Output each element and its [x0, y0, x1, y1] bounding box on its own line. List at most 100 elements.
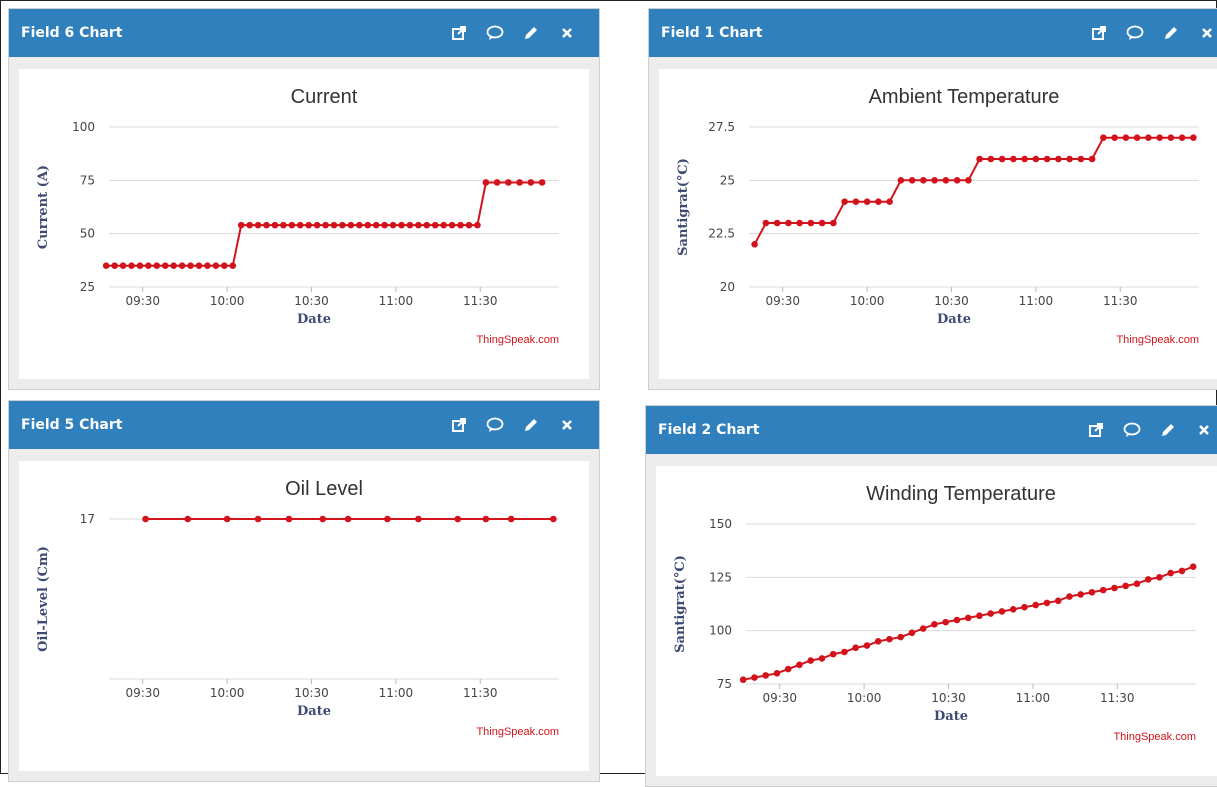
- data-point: [1167, 569, 1174, 577]
- comment-button[interactable]: [1114, 418, 1150, 442]
- data-point: [423, 221, 431, 229]
- data-point: [398, 221, 405, 229]
- comment-button[interactable]: [477, 21, 513, 45]
- data-point: [161, 262, 169, 269]
- chart-plot-area: Winding Temperature 75 100 125 150 09:30 10:00…: [656, 466, 1217, 776]
- data-point: [1099, 586, 1107, 594]
- comment-button[interactable]: [477, 413, 513, 437]
- data-point: [931, 177, 938, 184]
- comment-button[interactable]: [1117, 21, 1153, 45]
- data-point: [739, 676, 747, 684]
- edit-button[interactable]: [513, 413, 549, 437]
- data-point: [1167, 134, 1175, 141]
- edit-button[interactable]: [1150, 418, 1186, 442]
- comment-icon: [486, 25, 504, 41]
- y-tick-label: 125: [709, 570, 732, 584]
- data-point: [384, 515, 391, 523]
- pencil-icon: [523, 417, 539, 433]
- data-point: [406, 221, 414, 229]
- data-point: [178, 262, 186, 269]
- data-point: [285, 515, 293, 523]
- data-point: [773, 219, 781, 227]
- data-point: [305, 221, 312, 229]
- open-external-button[interactable]: [1078, 418, 1114, 442]
- close-button[interactable]: [1186, 418, 1217, 442]
- thingspeak-credit: ThingSpeak.com: [476, 334, 559, 346]
- data-point: [229, 262, 237, 269]
- data-point: [280, 221, 287, 229]
- data-point: [953, 177, 961, 184]
- data-point: [145, 262, 152, 269]
- chart-title: Ambient Temperature: [869, 86, 1060, 108]
- data-point: [942, 618, 949, 626]
- data-point: [1122, 582, 1129, 590]
- data-point: [142, 515, 149, 523]
- data-point: [204, 262, 211, 269]
- y-tick-label: 25: [720, 173, 735, 187]
- data-point: [1077, 155, 1085, 163]
- x-tick-label: 10:30: [294, 294, 329, 308]
- open-external-button[interactable]: [441, 21, 477, 45]
- close-icon: [1198, 424, 1210, 436]
- data-point: [271, 221, 279, 229]
- close-button[interactable]: [549, 413, 585, 437]
- data-point: [841, 648, 848, 656]
- edit-button[interactable]: [513, 21, 549, 45]
- data-point: [863, 642, 871, 649]
- data-point: [875, 198, 882, 205]
- y-tick-label: 27.5: [708, 120, 735, 134]
- open-external-button[interactable]: [1081, 21, 1117, 45]
- data-point: [762, 219, 770, 227]
- data-point: [1111, 584, 1118, 592]
- x-axis-label: Date: [297, 704, 331, 719]
- data-point: [886, 635, 893, 643]
- data-point: [482, 515, 490, 523]
- y-axis-label: Current (A): [36, 165, 51, 249]
- data-point: [841, 198, 848, 205]
- x-tick-label: 09:30: [762, 691, 797, 705]
- open-external-button[interactable]: [441, 413, 477, 437]
- close-button[interactable]: [549, 21, 585, 45]
- widget-toolbar: [1081, 21, 1217, 45]
- data-point: [773, 670, 781, 677]
- data-point: [818, 655, 826, 662]
- data-point: [829, 650, 837, 658]
- comment-icon: [1126, 25, 1144, 41]
- data-point: [1178, 134, 1186, 141]
- data-point: [931, 620, 938, 628]
- widget-title: Field 2 Chart: [658, 422, 760, 438]
- data-point: [313, 221, 321, 229]
- data-point: [381, 221, 388, 229]
- edit-button[interactable]: [1153, 21, 1189, 45]
- data-point: [372, 221, 380, 229]
- data-point: [818, 219, 826, 227]
- data-point: [296, 221, 304, 229]
- data-point: [1122, 134, 1130, 141]
- data-point: [987, 610, 994, 617]
- data-point: [1021, 155, 1028, 163]
- data-point: [389, 221, 397, 229]
- x-tick-label: 11:00: [1019, 294, 1054, 308]
- data-point: [339, 221, 346, 229]
- data-point: [136, 262, 144, 269]
- widget-title: Field 5 Chart: [21, 417, 123, 433]
- data-point: [448, 221, 456, 229]
- widget-header: Field 6 Chart: [9, 9, 599, 57]
- data-point: [796, 219, 803, 227]
- data-point: [254, 515, 262, 523]
- data-point: [128, 262, 135, 269]
- data-point: [550, 515, 557, 523]
- data-point: [1145, 134, 1152, 141]
- data-point: [1066, 155, 1073, 163]
- close-button[interactable]: [1189, 21, 1217, 45]
- data-point: [762, 672, 769, 679]
- data-point: [493, 179, 501, 186]
- data-point: [976, 155, 983, 163]
- data-point: [195, 262, 203, 269]
- close-icon: [1201, 27, 1213, 39]
- chart-plot-area: Current 25 50 75 100 09:30 10:00 10:30 11:00 11:3…: [19, 69, 589, 379]
- data-point: [457, 221, 464, 229]
- chart-widget-field-1: Field 1 Chart Ambient Temperature 20 22.5 2…: [648, 8, 1217, 390]
- data-point: [886, 198, 893, 205]
- data-point: [1156, 134, 1163, 141]
